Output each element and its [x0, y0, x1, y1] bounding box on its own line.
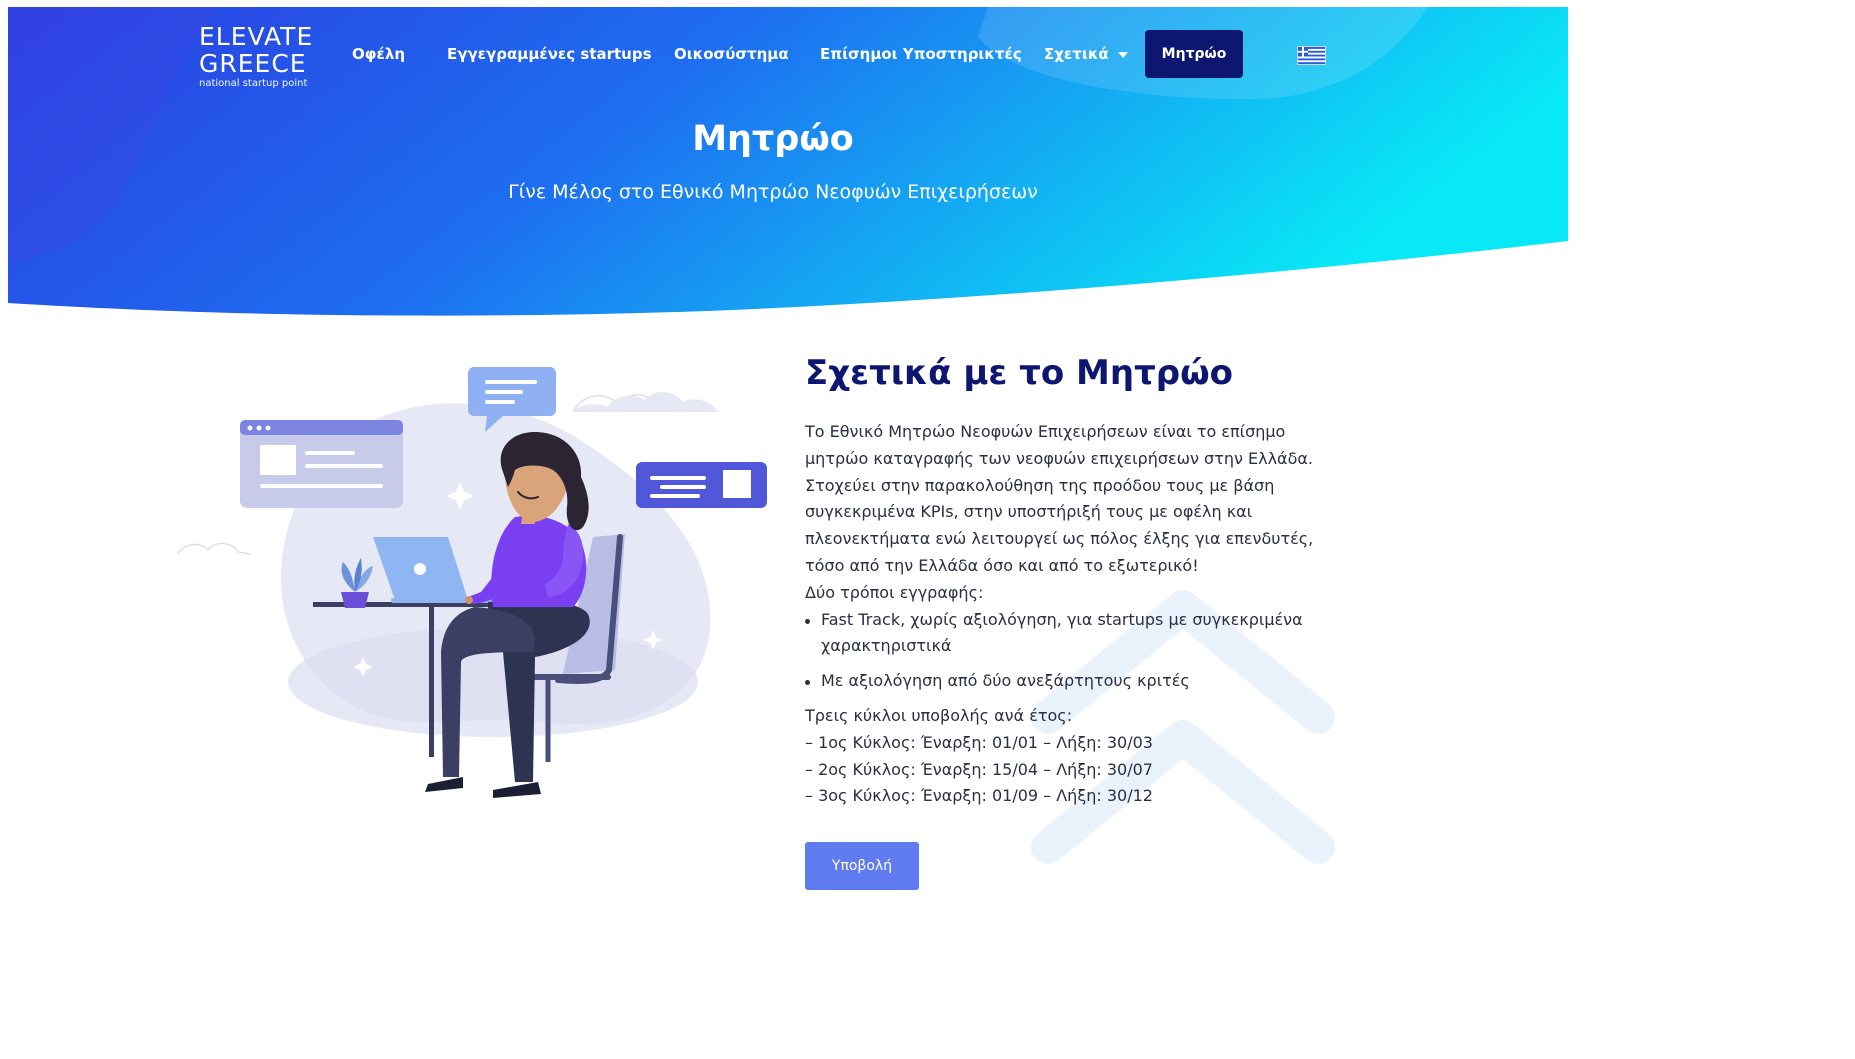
about-paragraph: Το Εθνικό Μητρώο Νεοφυών Επιχειρήσεων εί… — [805, 422, 1314, 575]
logo-tagline: national startup point — [199, 78, 308, 89]
hero-banner: ELEVATE GREECE national startup point Οφ… — [8, 7, 1568, 327]
submission-cycles: Τρεις κύκλοι υποβολής ανά έτος: – 1ος Κύ… — [805, 703, 1335, 810]
logo-line-1: ELEVATE — [199, 22, 314, 51]
chevron-down-icon — [1117, 51, 1128, 58]
nav-item-about-dropdown[interactable]: Σχετικά — [1044, 45, 1128, 67]
elevate-greece-logo[interactable]: ELEVATE GREECE national startup point — [199, 23, 319, 89]
nav-item-benefits[interactable]: Οφέλη — [352, 45, 405, 67]
registration-methods-list: Fast Track, χωρίς αξιολόγηση, για startu… — [805, 607, 1335, 695]
about-section-title: Σχετικά με το Μητρώο — [805, 353, 1234, 393]
logo-line-2: GREECE — [199, 49, 307, 78]
page: ELEVATE GREECE national startup point Οφ… — [8, 7, 1568, 895]
page-title: Μητρώο — [692, 119, 854, 159]
nav-item-official-supporters[interactable]: Επίσημοι Υποστηρικτές — [820, 45, 1022, 67]
submission-cycles-heading: Τρεις κύκλοι υποβολής ανά έτος: — [805, 705, 1073, 725]
list-item: Fast Track, χωρίς αξιολόγηση, για startu… — [805, 607, 1335, 661]
nav-item-about-label: Σχετικά — [1044, 45, 1109, 63]
woman-working-on-laptop-illustration — [177, 367, 767, 798]
greek-flag-icon[interactable] — [1297, 46, 1326, 65]
registry-nav-button[interactable]: Μητρώο — [1145, 30, 1243, 78]
about-section-body: Το Εθνικό Μητρώο Νεοφυών Επιχειρήσεων εί… — [805, 419, 1335, 810]
cycle-item: – 2ος Κύκλος: Έναρξη: 15/04 – Λήξη: 30/0… — [805, 759, 1153, 779]
list-item: Με αξιολόγηση από δύο ανεξάρτητους κριτέ… — [805, 668, 1335, 695]
page-subtitle: Γίνε Μέλος στο Εθνικό Μητρώο Νεοφυών Επι… — [508, 181, 1038, 203]
submit-button[interactable]: Υποβολή — [805, 842, 919, 890]
registration-methods-heading: Δύο τρόποι εγγραφής: — [805, 582, 984, 602]
greek-flag-graphic — [1298, 47, 1325, 64]
nav-item-registered-startups[interactable]: Εγγεγραμμένες startups — [447, 45, 652, 67]
cycle-item: – 3ος Κύκλος: Έναρξη: 01/09 – Λήξη: 30/1… — [805, 786, 1153, 806]
nav-item-ecosystem[interactable]: Οικοσύστημα — [674, 45, 789, 67]
cycle-item: – 1ος Κύκλος: Έναρξη: 01/01 – Λήξη: 30/0… — [805, 732, 1153, 752]
